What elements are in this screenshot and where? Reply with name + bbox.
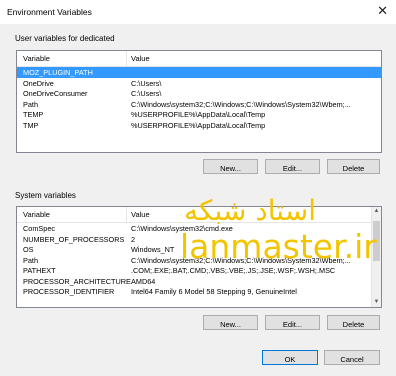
column-header-variable[interactable]: Variable bbox=[23, 210, 50, 219]
system-new-button[interactable]: New... bbox=[203, 315, 258, 330]
system-edit-button[interactable]: Edit... bbox=[265, 315, 320, 330]
variable-cell: TMP bbox=[23, 120, 39, 130]
value-cell: Intel64 Family 6 Model 58 Stepping 9, Ge… bbox=[131, 287, 297, 296]
scroll-down-arrow-icon[interactable]: ▼ bbox=[372, 298, 381, 307]
table-row[interactable]: PROCESSOR_ARCHITECTURE AMD64 bbox=[17, 276, 381, 287]
close-icon[interactable]: ✕ bbox=[377, 4, 388, 17]
title-bar: Environment Variables ✕ bbox=[0, 0, 396, 24]
table-row[interactable]: PATHEXT .COM;.EXE;.BAT;.CMD;.VBS;.VBE;.J… bbox=[17, 265, 381, 276]
variable-cell: Path bbox=[23, 255, 39, 265]
table-row[interactable]: TEMP %USERPROFILE%\AppData\Local\Temp bbox=[17, 109, 381, 120]
user-delete-button[interactable]: Delete bbox=[327, 159, 380, 174]
variable-cell: OneDriveConsumer bbox=[23, 89, 88, 98]
value-cell: %USERPROFILE%\AppData\Local\Temp bbox=[131, 120, 266, 130]
cancel-button[interactable]: Cancel bbox=[324, 350, 380, 365]
table-row[interactable]: PROCESSOR_IDENTIFIER Intel64 Family 6 Mo… bbox=[17, 286, 381, 297]
value-cell: C:\Users\ bbox=[131, 89, 162, 98]
variable-cell: ComSpec bbox=[23, 224, 56, 233]
column-header-value[interactable]: Value bbox=[131, 210, 150, 219]
table-row[interactable]: TMP %USERPROFILE%\AppData\Local\Temp bbox=[17, 120, 381, 131]
window-title: Environment Variables bbox=[7, 7, 92, 17]
scroll-up-arrow-icon[interactable]: ▲ bbox=[372, 207, 381, 216]
variable-cell: OS bbox=[23, 245, 34, 254]
system-delete-button[interactable]: Delete bbox=[327, 315, 380, 330]
variable-cell: PROCESSOR_IDENTIFIER bbox=[23, 287, 115, 296]
system-variables-label: System variables bbox=[15, 191, 76, 200]
variable-cell: OneDrive bbox=[23, 78, 54, 88]
table-row[interactable]: MOZ_PLUGIN_PATH bbox=[17, 67, 381, 78]
user-new-button[interactable]: New... bbox=[203, 159, 258, 174]
variable-cell: Path bbox=[23, 99, 39, 109]
user-variables-list[interactable]: Variable Value MOZ_PLUGIN_PATH OneDrive … bbox=[16, 50, 382, 153]
variable-cell: NUMBER_OF_PROCESSORS bbox=[23, 234, 125, 244]
column-header-value[interactable]: Value bbox=[131, 54, 150, 63]
value-cell: %USERPROFILE%\AppData\Local\Temp bbox=[131, 110, 266, 119]
variable-cell: TEMP bbox=[23, 110, 44, 119]
variable-cell: MOZ_PLUGIN_PATH bbox=[23, 68, 93, 77]
value-cell: C:\Windows\system32;C:\Windows;C:\Window… bbox=[131, 99, 351, 109]
variable-cell: PATHEXT bbox=[23, 266, 56, 275]
value-cell: AMD64 bbox=[131, 276, 156, 286]
user-edit-button[interactable]: Edit... bbox=[265, 159, 320, 174]
value-cell: 2 bbox=[131, 234, 136, 244]
watermark-persian: استاد شبکه bbox=[184, 194, 316, 227]
column-header-variable[interactable]: Variable bbox=[23, 54, 50, 63]
value-cell: C:\Users\ bbox=[131, 78, 162, 88]
variable-cell: PROCESSOR_ARCHITECTURE bbox=[23, 276, 131, 286]
table-row[interactable]: OneDrive C:\Users\ bbox=[17, 78, 381, 89]
value-cell: .COM;.EXE;.BAT;.CMD;.VBS;.VBE;.JS;.JSE;.… bbox=[131, 266, 336, 275]
table-row[interactable]: OneDriveConsumer C:\Users\ bbox=[17, 88, 381, 99]
user-list-header: Variable Value bbox=[17, 51, 381, 67]
watermark-english: lanmaster.ir bbox=[180, 227, 377, 266]
table-row[interactable]: Path C:\Windows\system32;C:\Windows;C:\W… bbox=[17, 99, 381, 110]
ok-button[interactable]: OK bbox=[262, 350, 318, 365]
value-cell: Windows_NT bbox=[131, 245, 175, 254]
user-variables-label: User variables for dedicated bbox=[15, 34, 115, 43]
